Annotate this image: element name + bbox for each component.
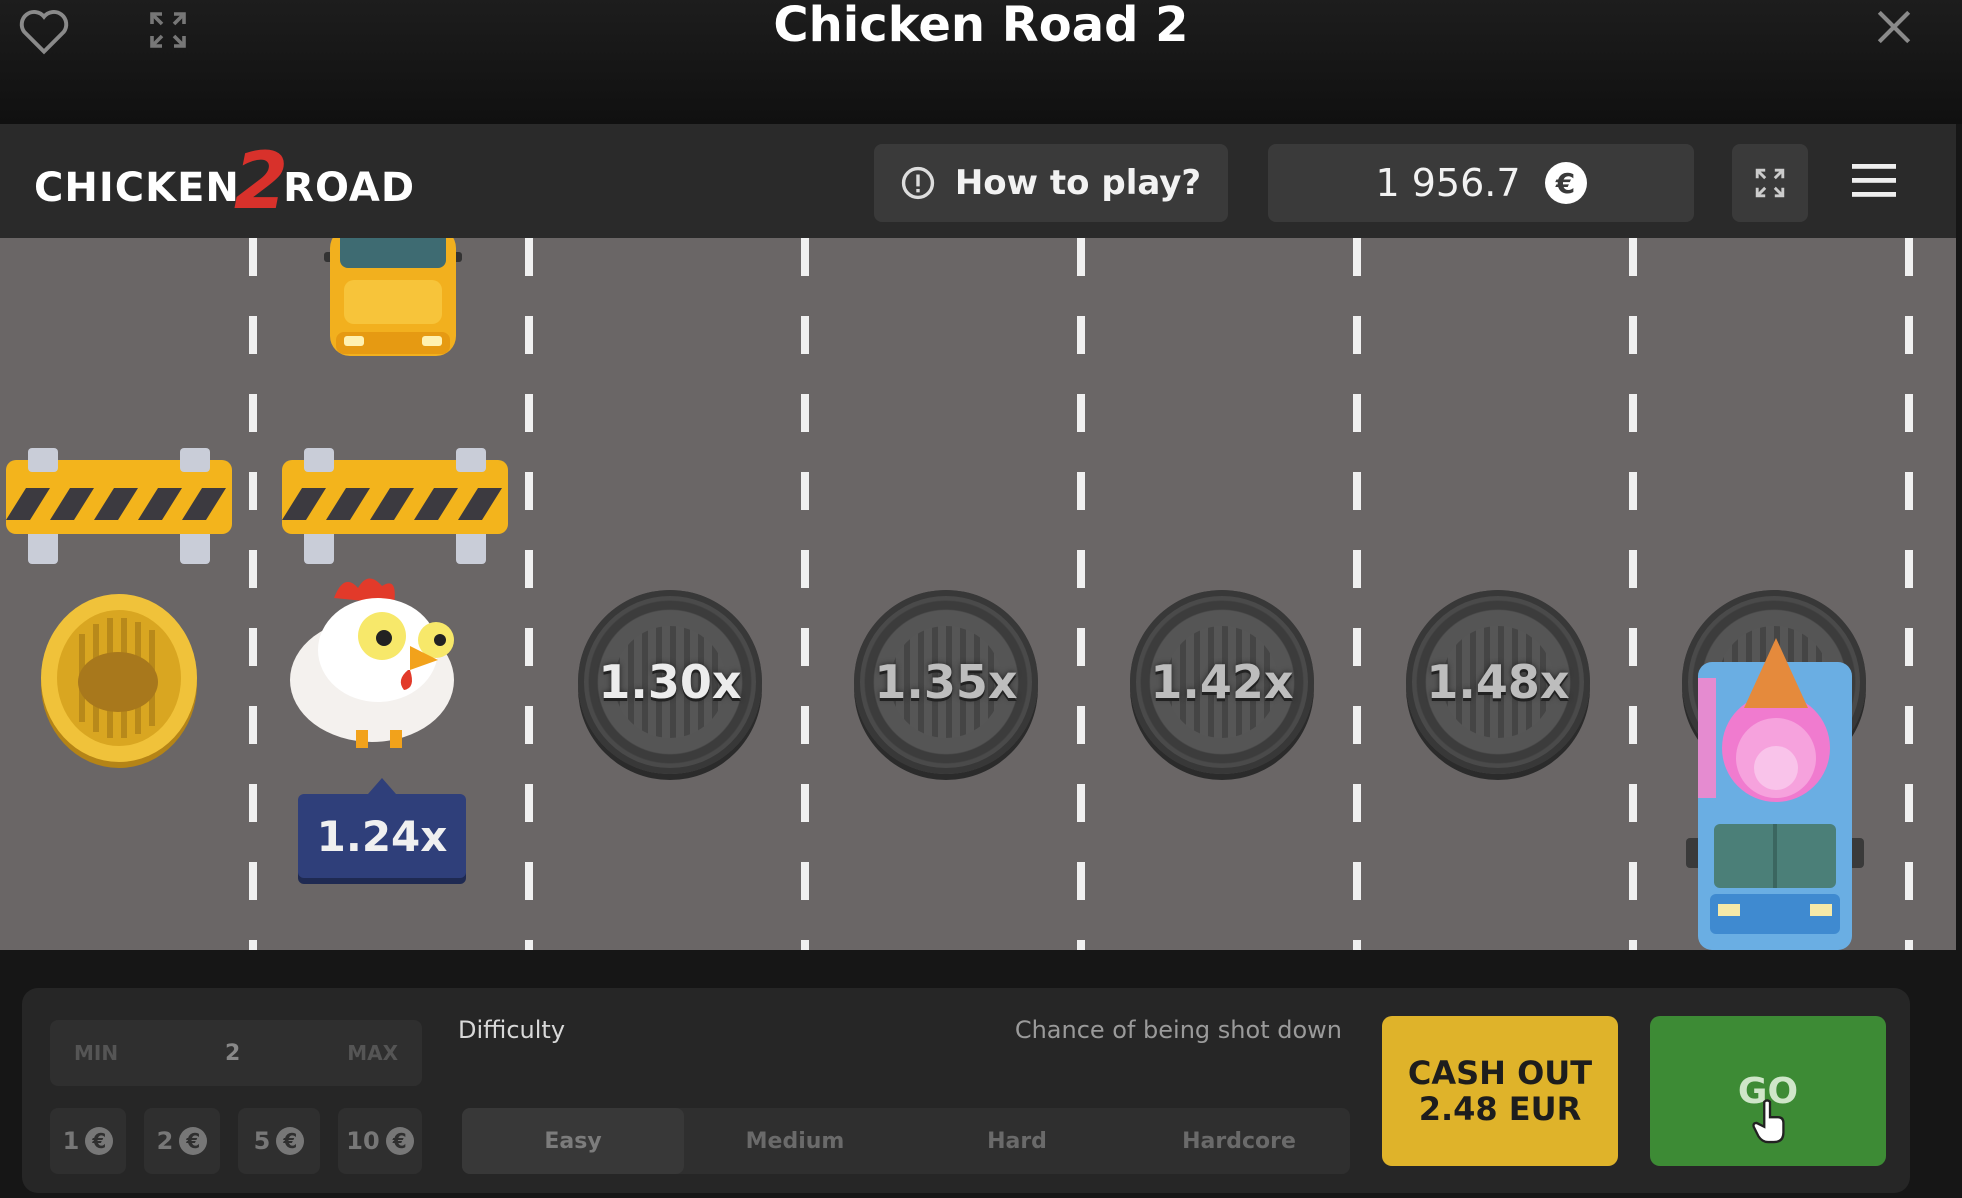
lane-multiplier-manhole: 1.35x <box>854 590 1038 774</box>
cash-out-label: CASH OUT <box>1407 1054 1593 1092</box>
chicken-character <box>290 578 454 748</box>
quick-bet-1-button[interactable]: 1 € <box>50 1108 126 1174</box>
current-multiplier-tag: 1.24x <box>298 778 466 878</box>
euro-icon: € <box>385 1127 414 1155</box>
yellow-car <box>324 238 462 356</box>
difficulty-label: Difficulty <box>458 1016 566 1044</box>
multiplier-label: 1.42x <box>1150 655 1294 709</box>
euro-icon: € <box>1544 162 1587 204</box>
lane-divider <box>1353 238 1361 950</box>
lane-divider <box>525 238 533 950</box>
barrier <box>282 448 508 564</box>
multiplier-label: 1.48x <box>1426 655 1570 709</box>
chance-label: Chance of being shot down <box>1014 1016 1342 1044</box>
quick-bet-10-button[interactable]: 10 € <box>338 1108 422 1174</box>
balance-display: 1 956.7 € <box>1268 144 1694 222</box>
gold-coin-icon <box>41 594 197 768</box>
difficulty-hardcore-option[interactable]: Hardcore <box>1128 1108 1350 1174</box>
lane-multiplier-manhole: 1.42x <box>1130 590 1314 774</box>
difficulty-selector: Easy Medium Hard Hardcore <box>462 1108 1350 1174</box>
game-header: CHICKEN 2 ROAD How to play? 1 956.7 € <box>0 124 1956 238</box>
window-bar: Chicken Road 2 <box>0 0 1962 124</box>
how-to-play-label: How to play? <box>954 163 1202 203</box>
close-icon[interactable] <box>1864 2 1924 52</box>
bet-max-button[interactable]: MAX <box>347 1041 398 1065</box>
quick-bet-5-button[interactable]: 5 € <box>238 1108 320 1174</box>
lane-divider <box>249 238 257 950</box>
euro-icon: € <box>276 1127 305 1155</box>
lane-divider <box>1629 238 1637 950</box>
bet-min-button[interactable]: MIN <box>74 1041 118 1065</box>
how-to-play-button[interactable]: How to play? <box>874 144 1228 222</box>
cash-out-amount: 2.48 EUR <box>1418 1090 1582 1128</box>
multiplier-label: 1.35x <box>874 655 1018 709</box>
quick-bet-2-button[interactable]: 2 € <box>144 1108 220 1174</box>
cash-out-button[interactable]: CASH OUT 2.48 EUR <box>1382 1016 1618 1166</box>
euro-icon: € <box>85 1127 114 1155</box>
difficulty-medium-option[interactable]: Medium <box>684 1108 906 1174</box>
euro-icon: € <box>179 1127 208 1155</box>
ice-cream-truck <box>1686 638 1864 950</box>
road: 1.24x 1.30x 1.35x 1.42x 1.48x <box>0 238 1956 950</box>
bet-amount-stepper[interactable]: MIN 2 MAX <box>50 1020 422 1086</box>
hand-cursor-icon <box>1752 1099 1785 1144</box>
multiplier-label: 1.30x <box>598 655 742 709</box>
lane-divider <box>1077 238 1085 950</box>
bet-value: 2 <box>224 1040 241 1066</box>
balance-value: 1 956.7 <box>1375 161 1521 205</box>
window-title: Chicken Road 2 <box>773 0 1189 53</box>
barrier <box>6 448 232 564</box>
lane-divider <box>1905 238 1913 950</box>
info-icon <box>901 166 934 200</box>
game-logo: CHICKEN 2 ROAD <box>34 137 416 227</box>
difficulty-easy-option[interactable]: Easy <box>462 1108 684 1174</box>
fullscreen-icon <box>1755 168 1785 198</box>
lane-multiplier-manhole[interactable]: 1.30x <box>578 590 762 774</box>
lane-multiplier-manhole: 1.48x <box>1406 590 1590 774</box>
lane-divider <box>801 238 809 950</box>
menu-hamburger-icon[interactable] <box>1848 158 1900 202</box>
go-button[interactable]: GO <box>1650 1016 1886 1166</box>
difficulty-hard-option[interactable]: Hard <box>906 1108 1128 1174</box>
fullscreen-button[interactable] <box>1732 144 1808 222</box>
